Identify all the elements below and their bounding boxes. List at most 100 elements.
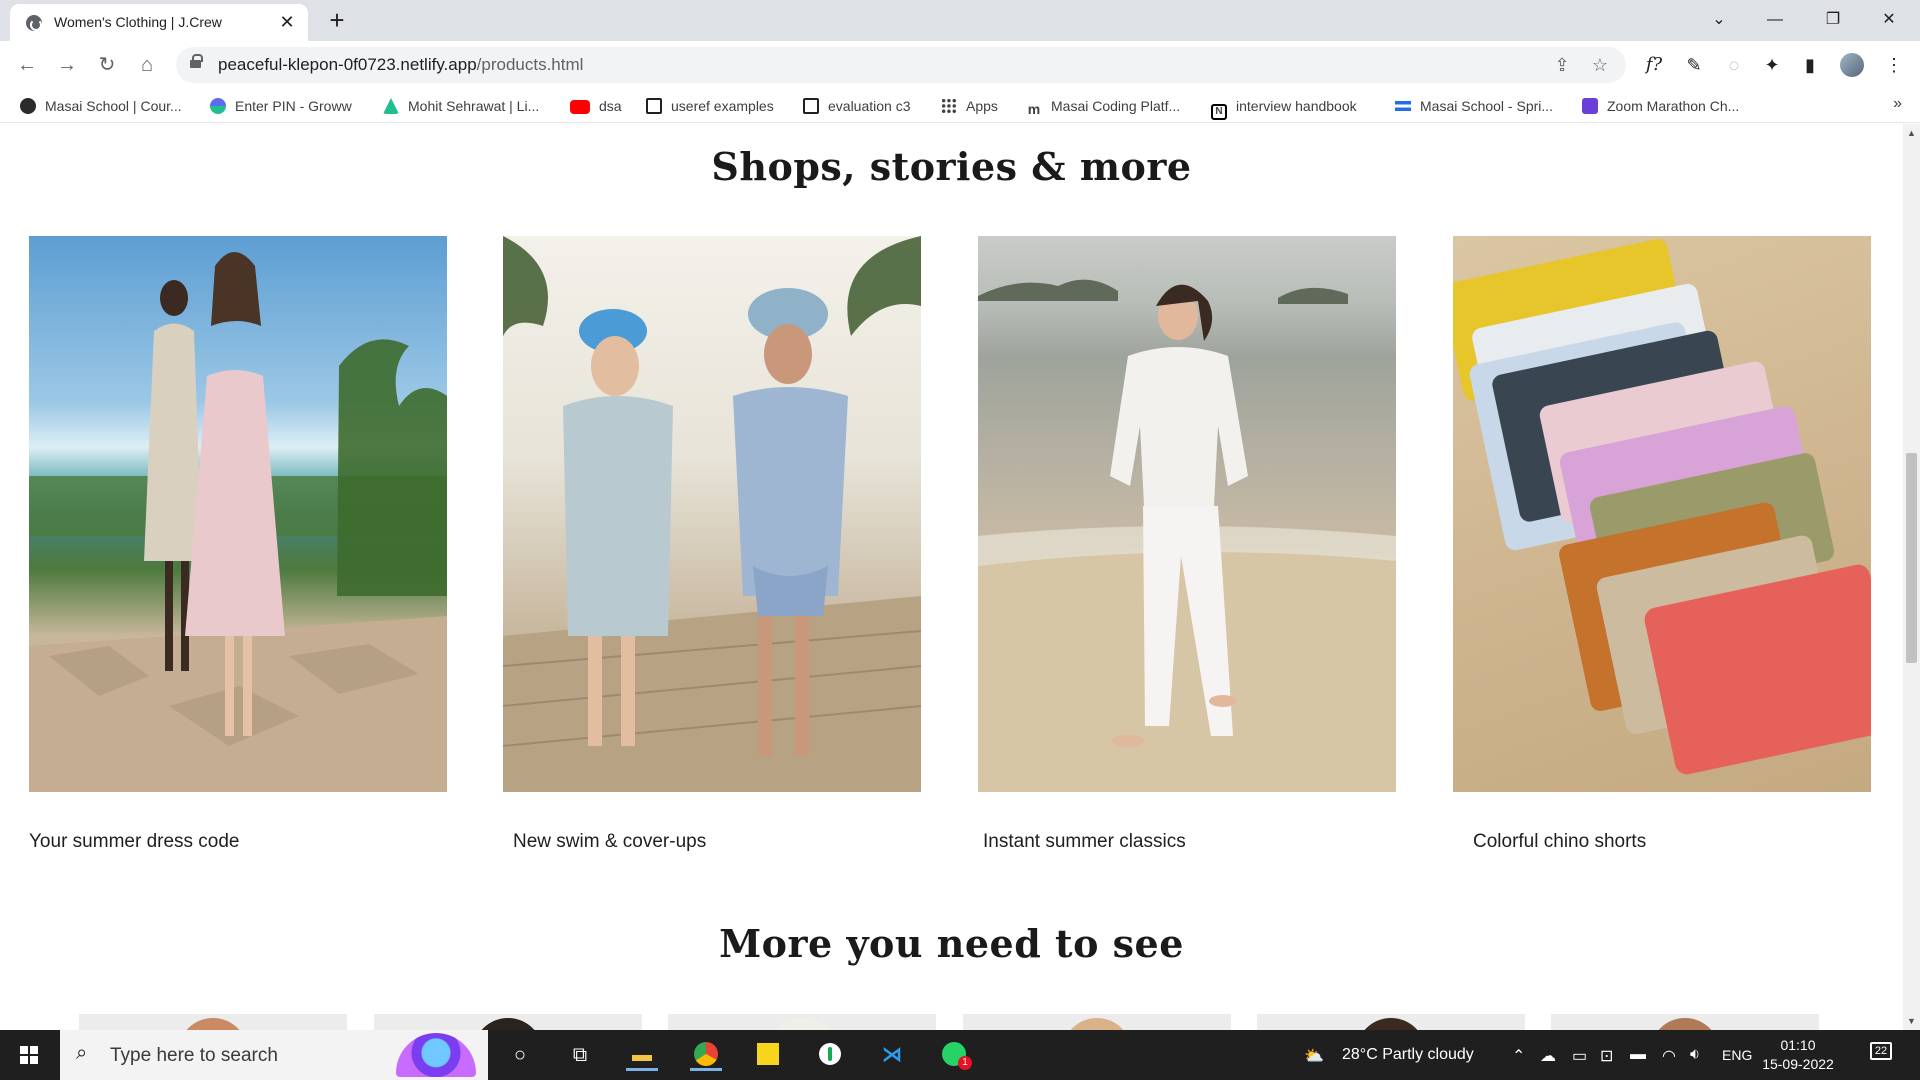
bookmark-label: interview handbook [1236, 98, 1357, 114]
home-button[interactable]: ⌂ [132, 50, 162, 80]
meet-now-icon[interactable]: ⊡ [1600, 1046, 1613, 1066]
reload-button[interactable]: ↻ [92, 50, 122, 80]
bookmark-star-icon[interactable]: ☆ [1588, 53, 1612, 77]
close-window-button[interactable]: ✕ [1866, 4, 1912, 36]
extensions-puzzle-icon[interactable]: ✦ [1758, 51, 1786, 79]
back-button[interactable]: ← [12, 50, 42, 80]
menu-kebab-icon[interactable]: ⋮ [1880, 51, 1908, 79]
cortana-icon[interactable]: ○ [504, 1039, 536, 1071]
more-thumbnail[interactable] [963, 1014, 1231, 1030]
bookmark-label: Mohit Sehrawat | Li... [408, 98, 540, 114]
share-icon[interactable]: ⇪ [1550, 53, 1574, 77]
extension-pen-icon[interactable]: ✎ [1680, 51, 1708, 79]
page-icon [646, 98, 662, 114]
summer-dress-photo[interactable] [29, 236, 447, 792]
side-panel-icon[interactable]: ▮ [1796, 51, 1824, 79]
card-caption[interactable]: Your summer dress code [29, 831, 240, 853]
weather-cloud-icon[interactable]: ⛅ [1304, 1046, 1324, 1066]
forward-button[interactable]: → [52, 50, 82, 80]
bookmarks-overflow-button[interactable]: » [1893, 95, 1902, 113]
model-photo [473, 1018, 543, 1030]
chrome-icon[interactable] [690, 1039, 722, 1071]
weather-text[interactable]: 28°C Partly cloudy [1342, 1046, 1474, 1064]
clock-time: 01:10 [1780, 1037, 1816, 1053]
notification-chat-icon: 22 [1870, 1042, 1892, 1060]
start-button[interactable] [0, 1030, 58, 1080]
bookmark-dsa[interactable]: dsa [570, 96, 622, 116]
bookmark-evaluation-c3[interactable]: evaluation c3 [803, 96, 911, 116]
show-hidden-icons-chevron-icon[interactable]: ⌃ [1512, 1046, 1525, 1066]
bookmark-zoom-marathon[interactable]: Zoom Marathon Ch... [1582, 96, 1739, 116]
more-thumbnail[interactable] [374, 1014, 642, 1030]
language-indicator[interactable]: ENG [1722, 1047, 1752, 1063]
tab-search-button[interactable]: ⌄ [1696, 4, 1742, 36]
bookmark-masai-school-sprint[interactable]: Masai School - Spri... [1395, 96, 1553, 116]
more-thumbnail[interactable] [668, 1014, 936, 1030]
bookmark-apps[interactable]: Apps [941, 96, 998, 116]
battery-icon[interactable]: ▬ [1630, 1046, 1646, 1064]
windows-logo-icon [20, 1046, 38, 1064]
globe-icon [26, 15, 42, 31]
bookmark-interview-handbook[interactable]: Ninterview handbook [1211, 96, 1357, 120]
promo-card-summer-dress[interactable]: Your summer dress code [29, 236, 447, 852]
card-caption[interactable]: Instant summer classics [983, 831, 1186, 853]
summer-classics-photo[interactable] [978, 236, 1396, 792]
lock-icon[interactable] [190, 54, 203, 70]
mongodb-compass-icon[interactable] [814, 1039, 846, 1071]
whatsapp-icon[interactable]: 1 [938, 1039, 972, 1071]
chino-shorts-photo[interactable] [1453, 236, 1871, 792]
groww-logo-icon [210, 98, 226, 114]
search-highlight-globe-icon[interactable] [396, 1033, 476, 1077]
bookmark-label: evaluation c3 [828, 98, 911, 114]
onedrive-cloud-icon[interactable]: ☁ [1540, 1046, 1556, 1066]
device-icon[interactable]: ▭ [1572, 1046, 1587, 1066]
promo-card-chino-shorts[interactable]: Colorful chino shorts [1453, 236, 1871, 852]
promo-card-summer-classics[interactable]: Instant summer classics [978, 236, 1396, 852]
browser-tab[interactable]: Women's Clothing | J.Crew ✕ [10, 4, 308, 41]
url-host: peaceful-klepon-0f0723.netlify.app [218, 55, 477, 74]
scroll-down-arrow-icon[interactable]: ▼ [1907, 1016, 1916, 1026]
address-bar[interactable]: peaceful-klepon-0f0723.netlify.app/produ… [176, 47, 1626, 83]
bookmark-label: Masai School - Spri... [1420, 98, 1554, 114]
url-path: /products.html [476, 55, 584, 74]
page-content: Shops, stories & more Your summer dress … [0, 124, 1903, 1030]
more-thumbnail[interactable] [1257, 1014, 1525, 1030]
restore-button[interactable]: ❐ [1810, 4, 1856, 36]
card-caption[interactable]: Colorful chino shorts [1473, 831, 1646, 853]
file-explorer-icon[interactable]: ▬ [626, 1039, 658, 1071]
promo-card-swim[interactable]: New swim & cover-ups [503, 236, 921, 852]
new-tab-button[interactable]: + [322, 6, 352, 36]
extension-circle-icon[interactable]: ◌ [1720, 51, 1748, 79]
search-placeholder: Type here to search [110, 1045, 278, 1066]
wifi-icon[interactable]: ◠ [1662, 1046, 1676, 1066]
close-tab-button[interactable]: ✕ [276, 11, 298, 33]
page-scrollbar[interactable]: ▲ ▼ [1903, 124, 1920, 1030]
minimize-button[interactable]: — [1752, 4, 1798, 36]
bookmark-useref-examples[interactable]: useref examples [646, 96, 774, 116]
task-view-icon[interactable]: ⧉ [564, 1039, 596, 1071]
taskbar-search-box[interactable]: ⌕ Type here to search [60, 1030, 488, 1080]
bookmark-label: dsa [599, 98, 622, 114]
url-text[interactable]: peaceful-klepon-0f0723.netlify.app/produ… [218, 55, 583, 75]
bookmark-label: Masai School | Cour... [45, 98, 182, 114]
volume-icon[interactable]: 🔉︎ [1690, 1046, 1700, 1064]
system-clock[interactable]: 01:10 15-09-2022 [1760, 1036, 1836, 1074]
scrollbar-thumb[interactable] [1906, 453, 1917, 663]
more-thumbnail[interactable] [1551, 1014, 1819, 1030]
sticky-notes-icon[interactable] [752, 1039, 784, 1071]
more-thumbnail[interactable] [79, 1014, 347, 1030]
linkedin-style-logo-icon [383, 98, 399, 114]
bookmark-groww[interactable]: Enter PIN - Groww [210, 96, 352, 116]
vscode-icon[interactable]: ⋊ [876, 1039, 908, 1071]
bookmark-mohit-sehrawat[interactable]: Mohit Sehrawat | Li... [383, 96, 539, 116]
scroll-up-arrow-icon[interactable]: ▲ [1907, 128, 1916, 138]
swim-coverups-photo[interactable] [503, 236, 921, 792]
browser-toolbar: ← → ↻ ⌂ peaceful-klepon-0f0723.netlify.a… [0, 41, 1920, 89]
profile-avatar[interactable] [1840, 53, 1864, 77]
bookmark-masai-school[interactable]: Masai School | Cour... [20, 96, 182, 116]
bookmark-masai-coding-platform[interactable]: m Masai Coding Platf... [1026, 96, 1180, 117]
clock-date: 15-09-2022 [1762, 1056, 1834, 1072]
card-caption[interactable]: New swim & cover-ups [513, 831, 706, 853]
extension-fx-icon[interactable]: f? [1640, 51, 1668, 79]
notification-center-button[interactable]: 22 [1866, 1042, 1896, 1068]
